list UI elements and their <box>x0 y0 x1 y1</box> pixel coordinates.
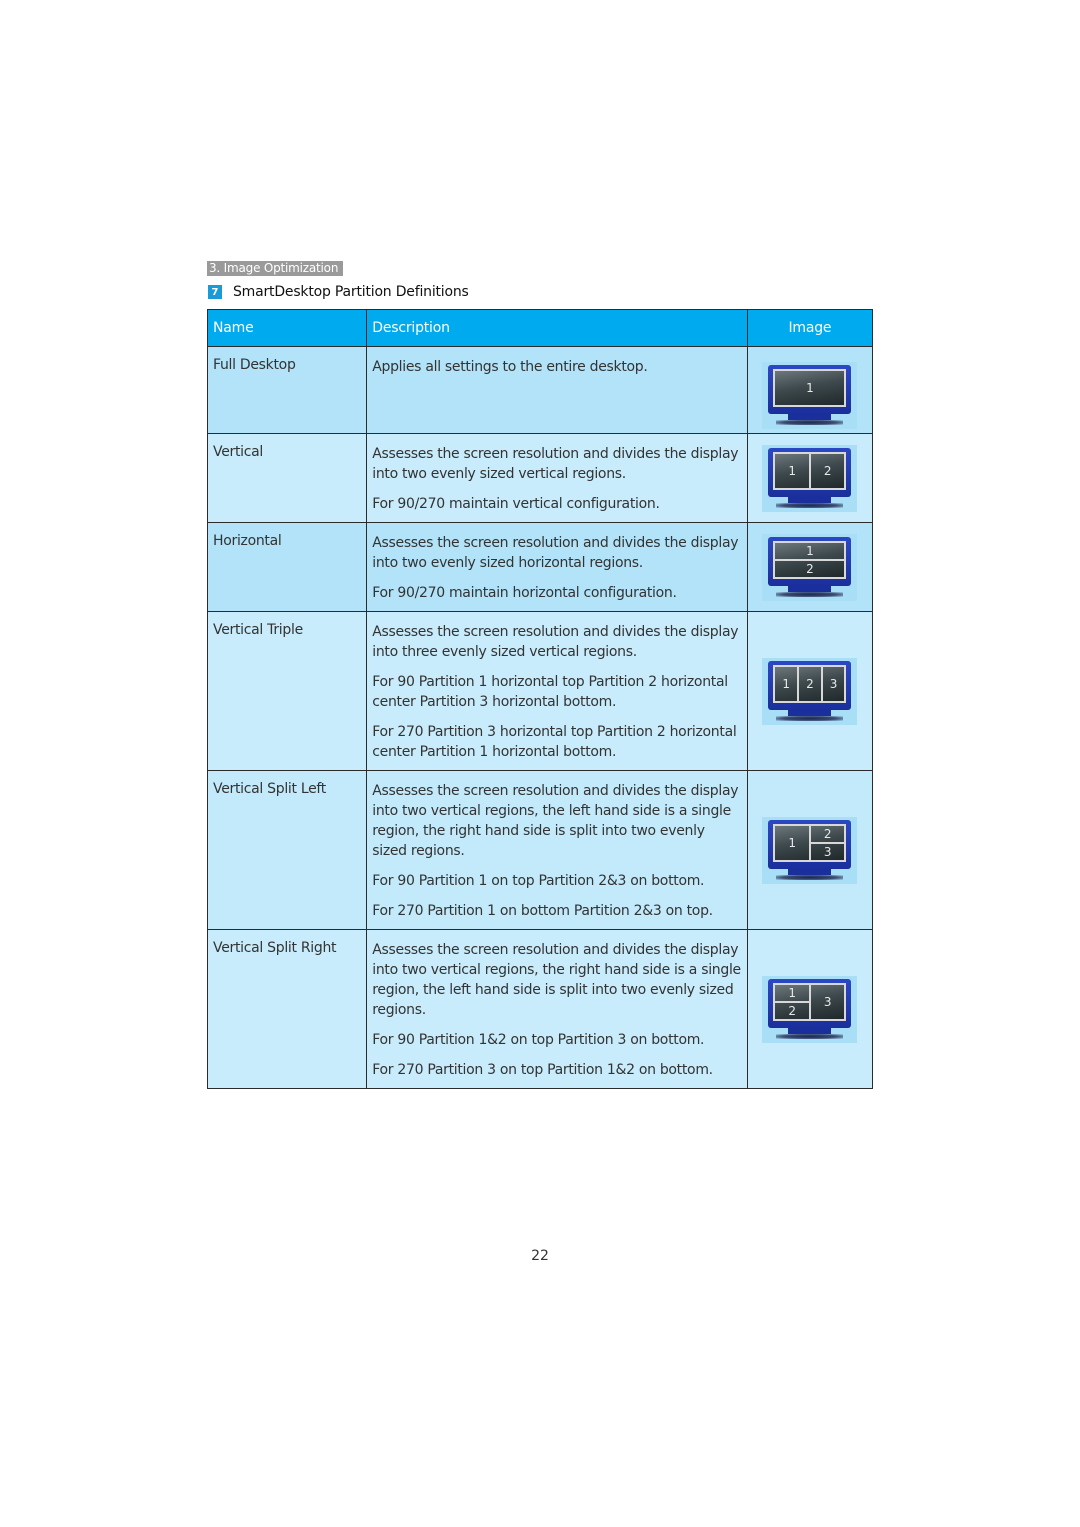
partition-name: Horizontal <box>206 522 368 612</box>
description-paragraph: For 90 Partition 1&2 on top Partition 3 … <box>372 1032 705 1048</box>
partition-region: 2 <box>809 452 846 489</box>
monitor-frame: 123 <box>768 978 852 1028</box>
partition-region: 1 <box>774 452 810 489</box>
table-row: Vertical Split Left Assesses the screen r… <box>206 770 874 930</box>
partition-image-cell: 123 <box>746 929 874 1089</box>
description-paragraph: Assesses the screen resolution and divid… <box>372 446 739 482</box>
monitor-base <box>776 419 844 425</box>
monitor-full-desktop-icon: 1 <box>762 361 858 429</box>
partition-description: Assesses the screen resolution and divid… <box>366 522 748 612</box>
partition-image-cell: 1 <box>746 346 874 434</box>
monitor-base <box>776 502 844 508</box>
partition-region: 2 <box>774 559 846 578</box>
monitor-frame: 12 <box>768 536 852 586</box>
description-paragraph: For 90 Partition 1 horizontal top Partit… <box>372 674 728 710</box>
description-paragraph: For 90 Partition 1 on top Partition 2&3 … <box>372 873 705 889</box>
monitor-base <box>776 874 844 880</box>
monitor-screen: 12 <box>773 451 847 490</box>
partition-name: Vertical Triple <box>206 611 368 771</box>
partition-name: Vertical Split Left <box>206 770 368 930</box>
partition-region: 1 <box>774 665 799 702</box>
monitor-split-right-icon: 123 <box>762 975 858 1043</box>
partition-region: 2 <box>798 665 822 702</box>
monitor-horizontal-icon: 12 <box>762 533 858 601</box>
table-header-row: Name Description Image <box>206 309 874 347</box>
partition-image-cell: 12 <box>746 522 874 612</box>
monitor-screen: 123 <box>773 982 847 1021</box>
partition-image-cell: 123 <box>746 770 874 930</box>
description-paragraph: For 270 Partition 3 on top Partition 1&2… <box>372 1062 713 1078</box>
monitor-vertical-triple-icon: 123 <box>762 657 858 725</box>
partition-name: Vertical <box>206 433 368 523</box>
section-heading: 7 SmartDesktop Partition Definitions <box>208 284 469 300</box>
description-paragraph: For 90/270 maintain horizontal configura… <box>372 585 677 601</box>
monitor-base <box>776 1033 844 1039</box>
header-description: Description <box>366 309 748 347</box>
partition-description: Assesses the screen resolution and divid… <box>366 929 748 1089</box>
partition-region: 1 <box>774 983 810 1002</box>
partition-region: 1 <box>774 369 846 406</box>
page-number: 22 <box>531 1248 549 1264</box>
table-row: Full Desktop Applies all settings to the … <box>206 346 874 434</box>
partition-region: 2 <box>774 1001 810 1020</box>
partition-definitions-table: Name Description Image Full Desktop Appli… <box>206 309 874 1089</box>
table-row: Vertical Assesses the screen resolution a… <box>206 433 874 523</box>
partition-name: Full Desktop <box>206 346 368 434</box>
partition-description: Assesses the screen resolution and divid… <box>366 433 748 523</box>
monitor-split-left-icon: 123 <box>762 816 858 884</box>
table-row: Horizontal Assesses the screen resolution… <box>206 522 874 612</box>
description-paragraph: Assesses the screen resolution and divid… <box>372 783 739 859</box>
description-paragraph: Assesses the screen resolution and divid… <box>372 535 739 571</box>
partition-region: 2 <box>809 824 846 843</box>
partition-image-cell: 123 <box>746 611 874 771</box>
partition-description: Assesses the screen resolution and divid… <box>366 770 748 930</box>
description-paragraph: Assesses the screen resolution and divid… <box>372 942 741 1018</box>
monitor-screen: 1 <box>773 368 847 407</box>
monitor-frame: 12 <box>768 447 852 497</box>
monitor-frame: 123 <box>768 819 852 869</box>
monitor-screen: 123 <box>773 664 847 703</box>
partition-region: 3 <box>809 842 846 861</box>
monitor-screen: 123 <box>773 823 847 862</box>
table-row: Vertical Split Right Assesses the screen … <box>206 929 874 1089</box>
monitor-frame: 1 <box>768 364 852 414</box>
partition-description: Assesses the screen resolution and divid… <box>366 611 748 771</box>
section-tag: 3. Image Optimization <box>207 261 343 276</box>
monitor-screen: 12 <box>773 540 847 579</box>
partition-region: 1 <box>774 541 846 560</box>
description-paragraph: Applies all settings to the entire deskt… <box>372 359 648 375</box>
table-row: Vertical Triple Assesses the screen resol… <box>206 611 874 771</box>
monitor-base <box>776 715 844 721</box>
partition-description: Applies all settings to the entire deskt… <box>366 346 748 434</box>
page-title: SmartDesktop Partition Definitions <box>233 284 469 300</box>
description-paragraph: For 90/270 maintain vertical configurati… <box>372 496 660 512</box>
description-paragraph: Assesses the screen resolution and divid… <box>372 624 739 660</box>
partition-image-cell: 12 <box>746 433 874 523</box>
monitor-vertical-icon: 12 <box>762 444 858 512</box>
monitor-frame: 123 <box>768 660 852 710</box>
partition-name: Vertical Split Right <box>206 929 368 1089</box>
monitor-base <box>776 591 844 597</box>
header-image: Image <box>746 309 874 347</box>
partition-region: 3 <box>809 983 846 1020</box>
partition-region: 3 <box>821 665 846 702</box>
section-number-badge: 7 <box>208 285 222 299</box>
header-name: Name <box>206 309 368 347</box>
description-paragraph: For 270 Partition 1 on bottom Partition … <box>372 903 713 919</box>
partition-region: 1 <box>774 824 810 861</box>
description-paragraph: For 270 Partition 3 horizontal top Parti… <box>372 724 737 760</box>
